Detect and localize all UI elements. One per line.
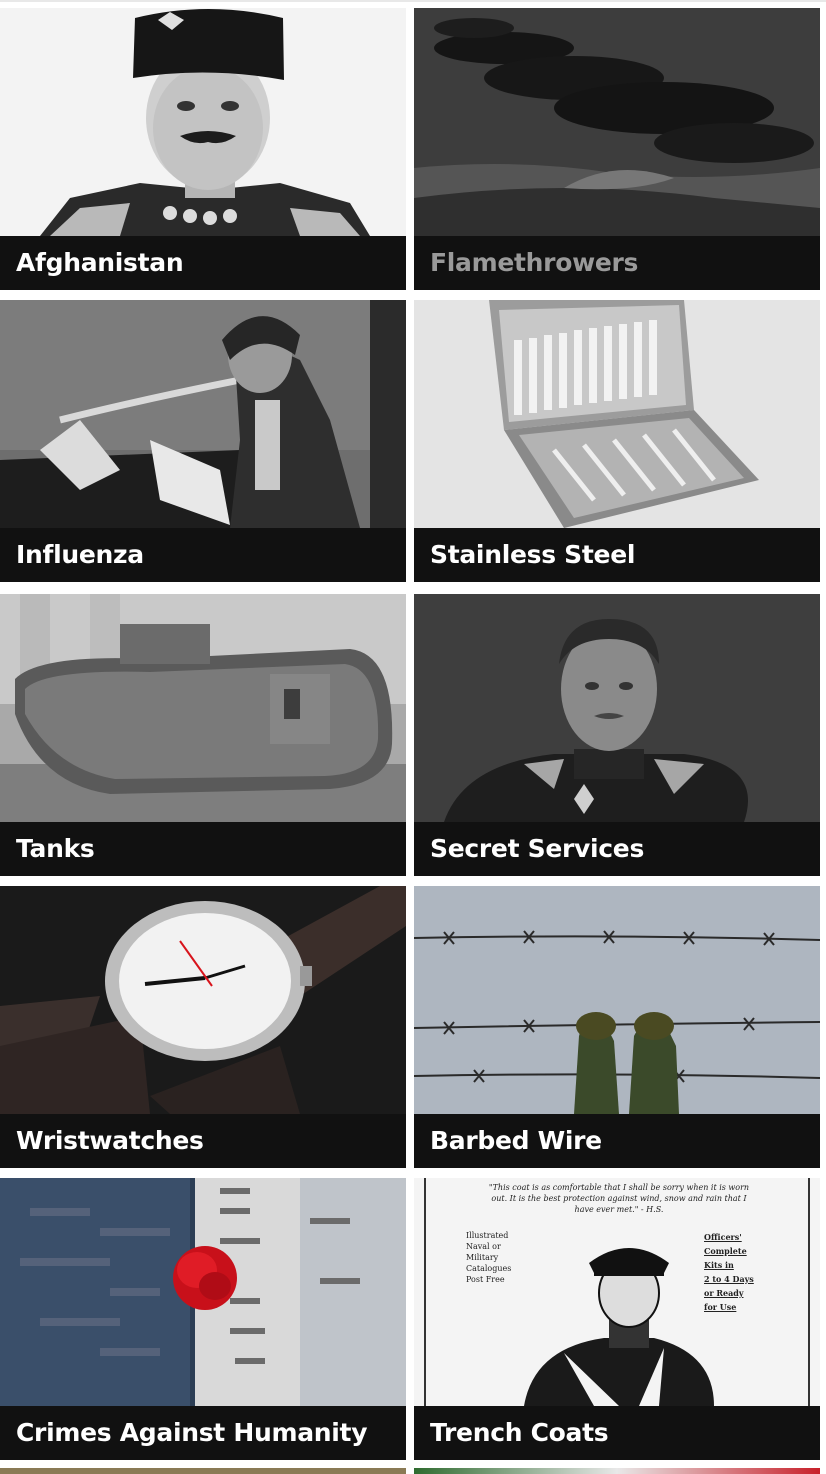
tile-label: Flamethrowers xyxy=(414,236,820,290)
tile-label: Tanks xyxy=(0,822,406,876)
topic-tile-stainless-steel[interactable]: Stainless Steel xyxy=(414,300,820,582)
tile-label: Trench Coats xyxy=(414,1406,820,1460)
topic-tile-flamethrowers[interactable]: Flamethrowers xyxy=(414,8,820,290)
officer-illustration xyxy=(524,1248,714,1406)
afghanistan-image xyxy=(0,8,406,236)
tile-label: Afghanistan xyxy=(0,236,406,290)
next-tile-preview-right[interactable] xyxy=(414,1468,820,1474)
tile-label: Influenza xyxy=(0,528,406,582)
topic-tile-influenza[interactable]: Influenza xyxy=(0,300,406,582)
crimes-against-humanity-image xyxy=(0,1178,406,1406)
topic-grid: Afghanistan Flamethrowers Influenza Stai… xyxy=(0,0,826,1474)
flamethrowers-image xyxy=(414,8,820,236)
topic-tile-secret-services[interactable]: Secret Services xyxy=(414,594,820,876)
topic-tile-crimes-against-humanity[interactable]: Crimes Against Humanity xyxy=(0,1178,406,1460)
tanks-image xyxy=(0,594,406,822)
barbed-wire-image xyxy=(414,886,820,1114)
topic-tile-wristwatches[interactable]: Wristwatches xyxy=(0,886,406,1168)
topic-tile-barbed-wire[interactable]: Barbed Wire xyxy=(414,886,820,1168)
topic-tile-afghanistan[interactable]: Afghanistan xyxy=(0,8,406,290)
topic-tile-trench-coats[interactable]: "This coat is as comfortable that I shal… xyxy=(414,1178,820,1460)
stainless-steel-image xyxy=(414,300,820,528)
next-tile-preview-left[interactable] xyxy=(0,1468,406,1474)
topic-tile-tanks[interactable]: Tanks xyxy=(0,594,406,876)
tile-label: Secret Services xyxy=(414,822,820,876)
tile-label: Crimes Against Humanity xyxy=(0,1406,406,1460)
wristwatches-image xyxy=(0,886,406,1114)
tile-label: Wristwatches xyxy=(0,1114,406,1168)
tile-label: Barbed Wire xyxy=(414,1114,820,1168)
trench-coats-image: "This coat is as comfortable that I shal… xyxy=(414,1178,820,1406)
influenza-image xyxy=(0,300,406,528)
secret-services-image xyxy=(414,594,820,822)
tile-label: Stainless Steel xyxy=(414,528,820,582)
